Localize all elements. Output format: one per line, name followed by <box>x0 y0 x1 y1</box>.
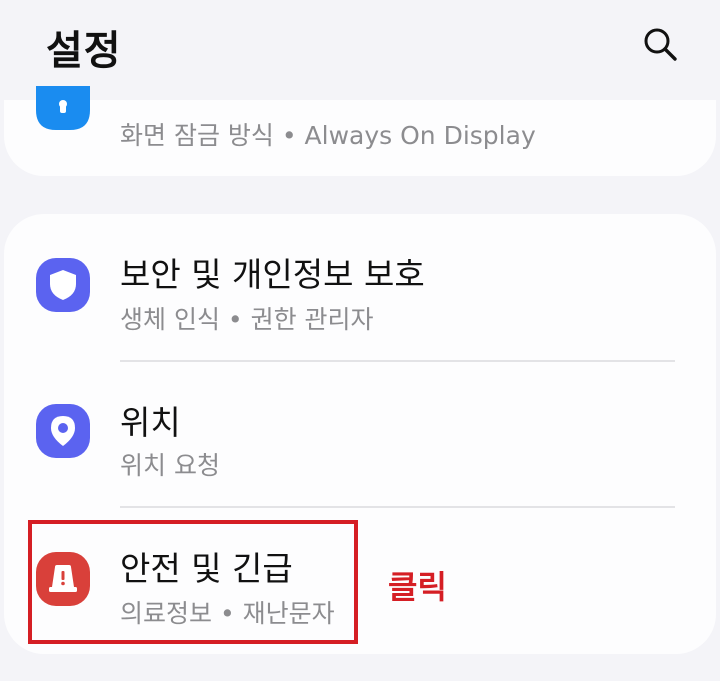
search-button[interactable] <box>636 20 684 68</box>
location-title: 위치 <box>120 403 181 442</box>
settings-item-safety-emergency[interactable]: 안전 및 긴급 의료정보 • 재난문자 <box>4 508 716 654</box>
lock-screen-icon <box>36 86 90 130</box>
emergency-alert-icon <box>36 552 90 606</box>
safety-emergency-title: 안전 및 긴급 <box>120 549 293 588</box>
settings-item-security-privacy[interactable]: 보안 및 개인정보 보호 생체 인식 • 권한 관리자 <box>4 214 716 360</box>
app-header: 설정 <box>0 0 720 90</box>
shield-icon <box>36 258 90 312</box>
search-icon <box>644 28 677 61</box>
safety-emergency-subtitle: 의료정보 • 재난문자 <box>120 599 335 628</box>
location-pin-icon <box>36 404 90 458</box>
security-privacy-title: 보안 및 개인정보 보호 <box>120 255 425 294</box>
lock-screen-subtitle: 화면 잠금 방식 • Always On Display <box>120 121 536 150</box>
settings-item-location[interactable]: 위치 위치 요청 <box>4 362 716 508</box>
security-privacy-subtitle: 생체 인식 • 권한 관리자 <box>120 305 374 334</box>
click-annotation-label: 클릭 <box>388 568 447 606</box>
location-subtitle: 위치 요청 <box>120 451 220 480</box>
page-title: 설정 <box>46 28 122 74</box>
